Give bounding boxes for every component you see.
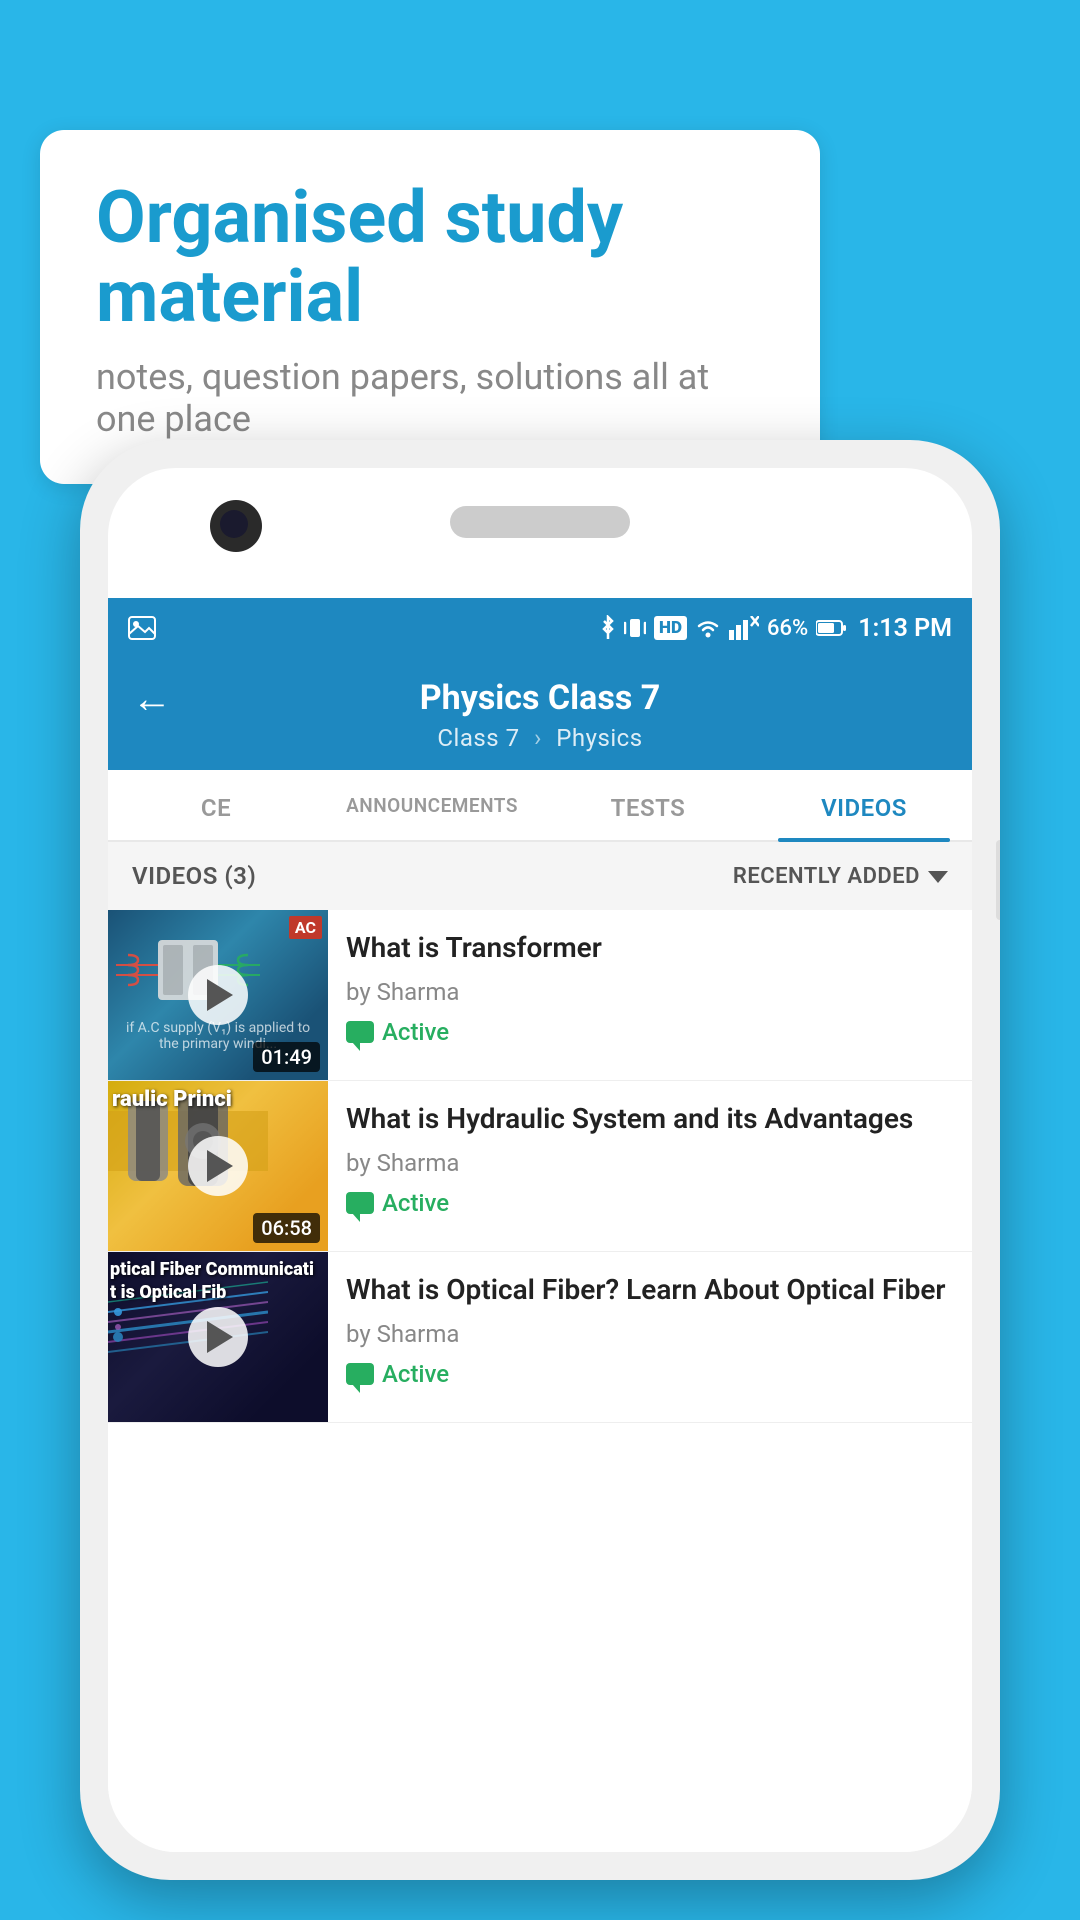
- wifi-icon: [695, 617, 721, 639]
- app-header: ← Physics Class 7 Class 7 › Physics: [108, 658, 972, 770]
- status-right: HD: [600, 614, 952, 643]
- video-info-1: What is Transformer by Sharma Active: [328, 910, 972, 1065]
- status-time: 1:13 PM: [858, 614, 952, 643]
- video-list: AC if A.C supply (V₁) is applied to the …: [108, 910, 972, 1423]
- sort-label: RECENTLY ADDED: [733, 864, 920, 889]
- status-bar: HD: [108, 598, 972, 658]
- ac-badge: AC: [289, 916, 322, 939]
- video-duration-2: 06:58: [253, 1213, 320, 1243]
- bubble-title: Organised study material: [96, 178, 764, 336]
- chevron-down-icon: [928, 871, 948, 883]
- chat-icon-2: [346, 1192, 374, 1214]
- phone-speaker: [450, 506, 630, 538]
- thumb-bg-optical: ptical Fiber Communicatit is Optical Fib: [108, 1252, 328, 1422]
- video-thumb-1: AC if A.C supply (V₁) is applied to the …: [108, 910, 328, 1080]
- page-title: Physics Class 7: [420, 678, 661, 718]
- phone-frame: HD: [80, 440, 1000, 1880]
- back-button[interactable]: ←: [132, 675, 172, 722]
- transformer-graphic: [108, 910, 268, 1030]
- video-title-1: What is Transformer: [346, 930, 954, 966]
- thumb-label-hydraulic: raulic Princi: [112, 1087, 232, 1112]
- header-title-row: ← Physics Class 7: [132, 678, 948, 718]
- video-thumb-2: raulic Princi 06:58: [108, 1081, 328, 1251]
- phone-camera: [210, 500, 262, 552]
- signal-icon: [729, 616, 759, 640]
- play-triangle-icon-3: [207, 1321, 233, 1353]
- tab-tests[interactable]: TESTS: [540, 770, 756, 840]
- chat-icon-1: [346, 1021, 374, 1043]
- video-author-1: by Sharma: [346, 978, 954, 1006]
- play-button-2[interactable]: [188, 1136, 248, 1196]
- video-status-3: Active: [346, 1360, 449, 1388]
- breadcrumb: Class 7 › Physics: [132, 724, 948, 752]
- video-author-3: by Sharma: [346, 1320, 954, 1348]
- video-status-2: Active: [346, 1189, 449, 1217]
- active-label-2: Active: [382, 1189, 449, 1217]
- breadcrumb-subject: Physics: [556, 724, 642, 752]
- video-info-3: What is Optical Fiber? Learn About Optic…: [328, 1252, 972, 1407]
- phone-inner: HD: [108, 468, 972, 1852]
- active-label-1: Active: [382, 1018, 449, 1046]
- bluetooth-icon: [600, 615, 616, 641]
- video-count: VIDEOS (3): [132, 862, 256, 890]
- gallery-icon: [128, 616, 156, 640]
- status-left: [128, 616, 156, 640]
- video-thumb-3: ptical Fiber Communicatit is Optical Fib: [108, 1252, 328, 1422]
- video-title-2: What is Hydraulic System and its Advanta…: [346, 1101, 954, 1137]
- battery-percent: 66%: [767, 616, 808, 641]
- tab-videos[interactable]: VIDEOS: [756, 770, 972, 840]
- thumb-label-optical: ptical Fiber Communicatit is Optical Fib: [110, 1258, 314, 1305]
- breadcrumb-class: Class 7: [437, 724, 519, 752]
- video-item-2[interactable]: raulic Princi 06:58 What is Hydraulic Sy…: [108, 1081, 972, 1252]
- video-title-3: What is Optical Fiber? Learn About Optic…: [346, 1272, 954, 1308]
- chat-icon-3: [346, 1363, 374, 1385]
- hd-badge: HD: [654, 616, 687, 640]
- video-item-3[interactable]: ptical Fiber Communicatit is Optical Fib…: [108, 1252, 972, 1423]
- play-triangle-icon-2: [207, 1150, 233, 1182]
- video-duration-1: 01:49: [253, 1042, 320, 1072]
- bubble-subtitle: notes, question papers, solutions all at…: [96, 356, 764, 440]
- play-triangle-icon: [207, 979, 233, 1011]
- video-author-2: by Sharma: [346, 1149, 954, 1177]
- tab-ce[interactable]: CE: [108, 770, 324, 840]
- play-button-3[interactable]: [188, 1307, 248, 1367]
- tab-announcements[interactable]: ANNOUNCEMENTS: [324, 770, 540, 840]
- vibrate-icon: [624, 615, 646, 641]
- active-label-3: Active: [382, 1360, 449, 1388]
- list-header: VIDEOS (3) RECENTLY ADDED: [108, 842, 972, 910]
- video-item-1[interactable]: AC if A.C supply (V₁) is applied to the …: [108, 910, 972, 1081]
- battery-icon: [816, 618, 846, 638]
- phone-side-button: [996, 840, 1000, 920]
- tabs-bar: CE ANNOUNCEMENTS TESTS VIDEOS: [108, 770, 972, 842]
- video-status-1: Active: [346, 1018, 449, 1046]
- breadcrumb-separator: ›: [534, 724, 542, 752]
- phone-screen: HD: [108, 598, 972, 1852]
- play-button-1[interactable]: [188, 965, 248, 1025]
- video-info-2: What is Hydraulic System and its Advanta…: [328, 1081, 972, 1236]
- sort-button[interactable]: RECENTLY ADDED: [733, 864, 948, 889]
- speech-bubble: Organised study material notes, question…: [40, 130, 820, 484]
